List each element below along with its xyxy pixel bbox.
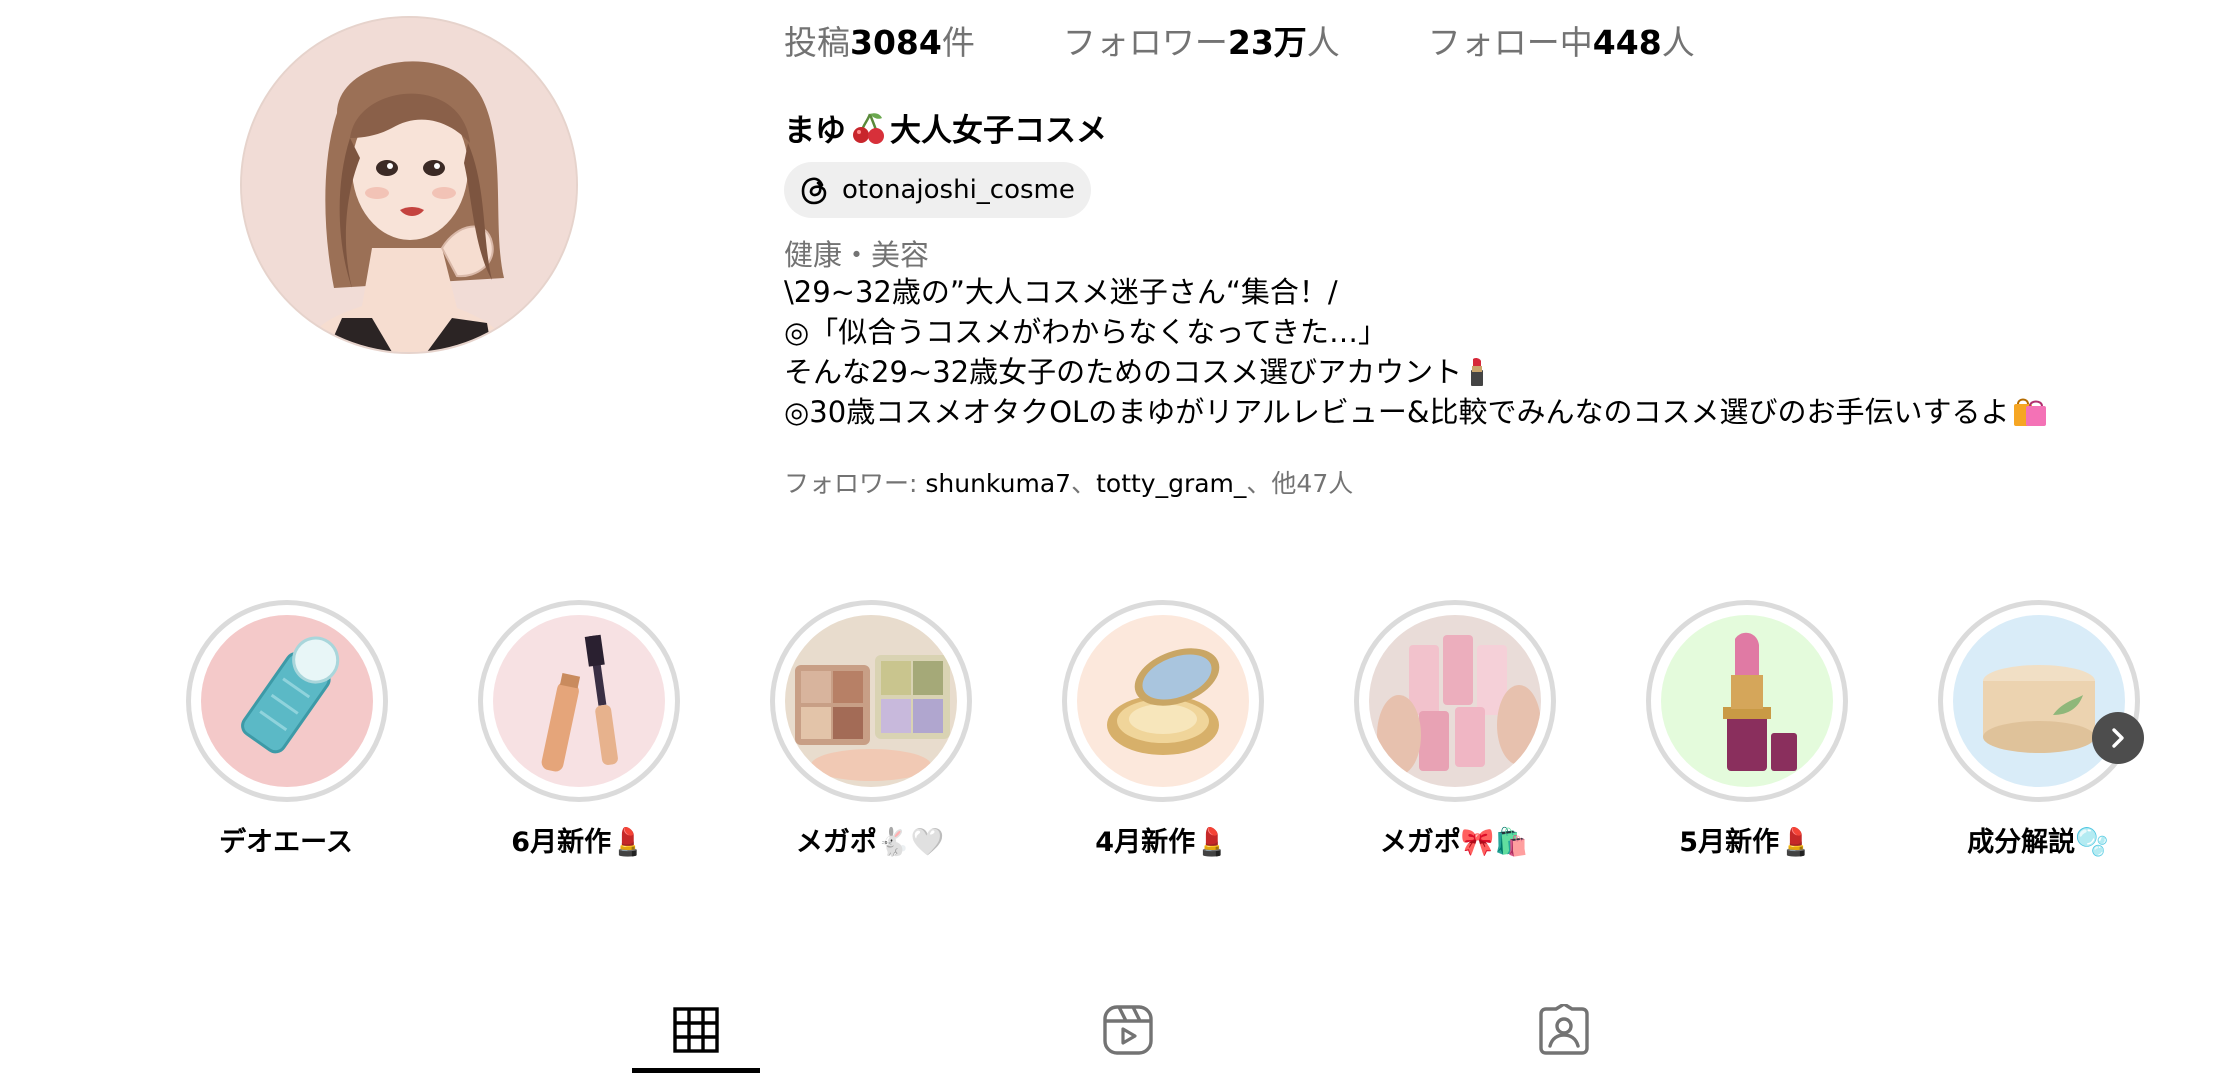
followed-by-user[interactable]: totty_gram_ bbox=[1096, 469, 1246, 498]
followers-count: 23万 bbox=[1227, 23, 1307, 62]
highlight-item[interactable]: 5月新作💄 bbox=[1646, 600, 1848, 859]
eyeshadow-palette-photo bbox=[785, 615, 957, 787]
lip-tint-photo bbox=[1369, 615, 1541, 787]
tagged-user-icon bbox=[1539, 1004, 1589, 1055]
bio-line-with-emoji: そんな29~32歳女子のためのコスメ選びアカウント bbox=[784, 352, 2048, 392]
shopping-bags-emoji-icon bbox=[2013, 398, 2046, 426]
profile-page: 投稿3084件 フォロワー23万人 フォロー中448人 まゆ 大人女子コスメ o… bbox=[0, 0, 2240, 1073]
followed-by-user[interactable]: shunkuma7 bbox=[925, 469, 1071, 498]
posts-label: 投稿 bbox=[784, 23, 850, 62]
mascara-icon bbox=[493, 615, 665, 787]
posts-count: 3084 bbox=[850, 23, 942, 62]
highlight-label: デオエース bbox=[219, 827, 353, 858]
display-name-part1: まゆ bbox=[784, 113, 846, 149]
following-count: 448 bbox=[1592, 23, 1662, 62]
followed-by[interactable]: フォロワー: shunkuma7、totty_gram_、他47人 bbox=[784, 464, 1353, 500]
cream-jar-icon bbox=[1953, 615, 2125, 787]
followed-by-suffix: 、他47人 bbox=[1246, 469, 1354, 498]
highlight-label: 成分解説🫧 bbox=[1967, 827, 2109, 858]
compact-powder-icon bbox=[1077, 615, 1249, 787]
followed-by-prefix: フォロワー: bbox=[784, 469, 926, 498]
story-highlights: デオエース 6月新作💄 メガポ🐇🤍 4月新作💄 メガポ🎀🛍️ 5月新作💄 成分解… bbox=[186, 600, 2146, 870]
bio-line-with-emoji: ◎30歳コスメオタクOLのまゆがリアルレビュー&比較でみんなのコスメ選びのお手伝… bbox=[784, 392, 2048, 432]
highlight-ring bbox=[1062, 600, 1264, 802]
highlight-ring bbox=[1938, 600, 2140, 802]
highlight-ring bbox=[1646, 600, 1848, 802]
lipstick-icon bbox=[1661, 615, 1833, 787]
tab-tagged[interactable] bbox=[1534, 1002, 1594, 1058]
bio-line: ◎「似合うコスメがわからなくなってきた…」 bbox=[784, 315, 1387, 349]
highlight-label: 6月新作💄 bbox=[511, 827, 645, 858]
display-name-part2: 大人女子コスメ bbox=[890, 113, 1107, 149]
highlight-ring bbox=[186, 600, 388, 802]
cherry-icon bbox=[853, 112, 884, 144]
followed-by-separator: 、 bbox=[1071, 469, 1097, 498]
deodorant-roller-icon bbox=[201, 615, 373, 787]
highlight-item[interactable]: メガポ🎀🛍️ bbox=[1354, 600, 1556, 859]
profile-stats: 投稿3084件 フォロワー23万人 フォロー中448人 bbox=[784, 16, 1695, 64]
followers-unit: 人 bbox=[1306, 23, 1340, 62]
lipstick-emoji-icon bbox=[1471, 357, 1484, 386]
following-label: フォロー中 bbox=[1427, 23, 1593, 62]
grid-icon bbox=[673, 1007, 719, 1053]
followers-label: フォロワー bbox=[1062, 23, 1228, 62]
threads-icon bbox=[801, 177, 827, 205]
bio-line: そんな29~32歳女子のためのコスメ選びアカウント bbox=[784, 355, 1463, 389]
avatar-illustration bbox=[242, 18, 576, 352]
highlight-item[interactable]: 4月新作💄 bbox=[1062, 600, 1264, 859]
chevron-right-icon bbox=[2112, 728, 2124, 748]
profile-tabs bbox=[0, 990, 2240, 1073]
following-unit: 人 bbox=[1661, 23, 1695, 62]
highlight-label: 4月新作💄 bbox=[1095, 827, 1229, 858]
posts-unit: 件 bbox=[941, 23, 975, 62]
posts-stat: 投稿3084件 bbox=[784, 16, 975, 64]
highlight-ring bbox=[770, 600, 972, 802]
highlights-next-button[interactable] bbox=[2092, 712, 2144, 764]
active-tab-indicator bbox=[632, 1068, 760, 1073]
profile-bio: \29~32歳の”大人コスメ迷子さん“集合！/ ◎「似合うコスメがわからなくなっ… bbox=[784, 272, 2048, 432]
threads-link[interactable]: otonajoshi_cosme bbox=[784, 162, 1091, 218]
followers-stat[interactable]: フォロワー23万人 bbox=[1063, 16, 1340, 64]
display-name: まゆ 大人女子コスメ bbox=[784, 105, 1107, 150]
profile-avatar[interactable] bbox=[240, 16, 578, 354]
highlight-label: 5月新作💄 bbox=[1679, 827, 1813, 858]
bio-line: \29~32歳の”大人コスメ迷子さん“集合！/ bbox=[784, 275, 1338, 309]
reels-icon bbox=[1103, 1005, 1153, 1055]
bio-line: ◎30歳コスメオタクOLのまゆがリアルレビュー&比較でみんなのコスメ選びのお手伝… bbox=[784, 395, 2010, 429]
threads-handle: otonajoshi_cosme bbox=[842, 175, 1075, 205]
tab-reels[interactable] bbox=[1098, 1002, 1158, 1058]
profile-category: 健康・美容 bbox=[784, 238, 930, 272]
highlight-item[interactable]: デオエース bbox=[186, 600, 388, 859]
following-stat[interactable]: フォロー中448人 bbox=[1428, 16, 1695, 64]
highlight-ring bbox=[478, 600, 680, 802]
tab-posts-grid[interactable] bbox=[666, 1002, 726, 1058]
highlight-item[interactable]: 6月新作💄 bbox=[478, 600, 680, 859]
highlight-item[interactable]: メガポ🐇🤍 bbox=[770, 600, 972, 859]
highlight-label: メガポ🐇🤍 bbox=[795, 827, 945, 858]
highlight-label: メガポ🎀🛍️ bbox=[1379, 827, 1529, 858]
highlight-ring bbox=[1354, 600, 1556, 802]
